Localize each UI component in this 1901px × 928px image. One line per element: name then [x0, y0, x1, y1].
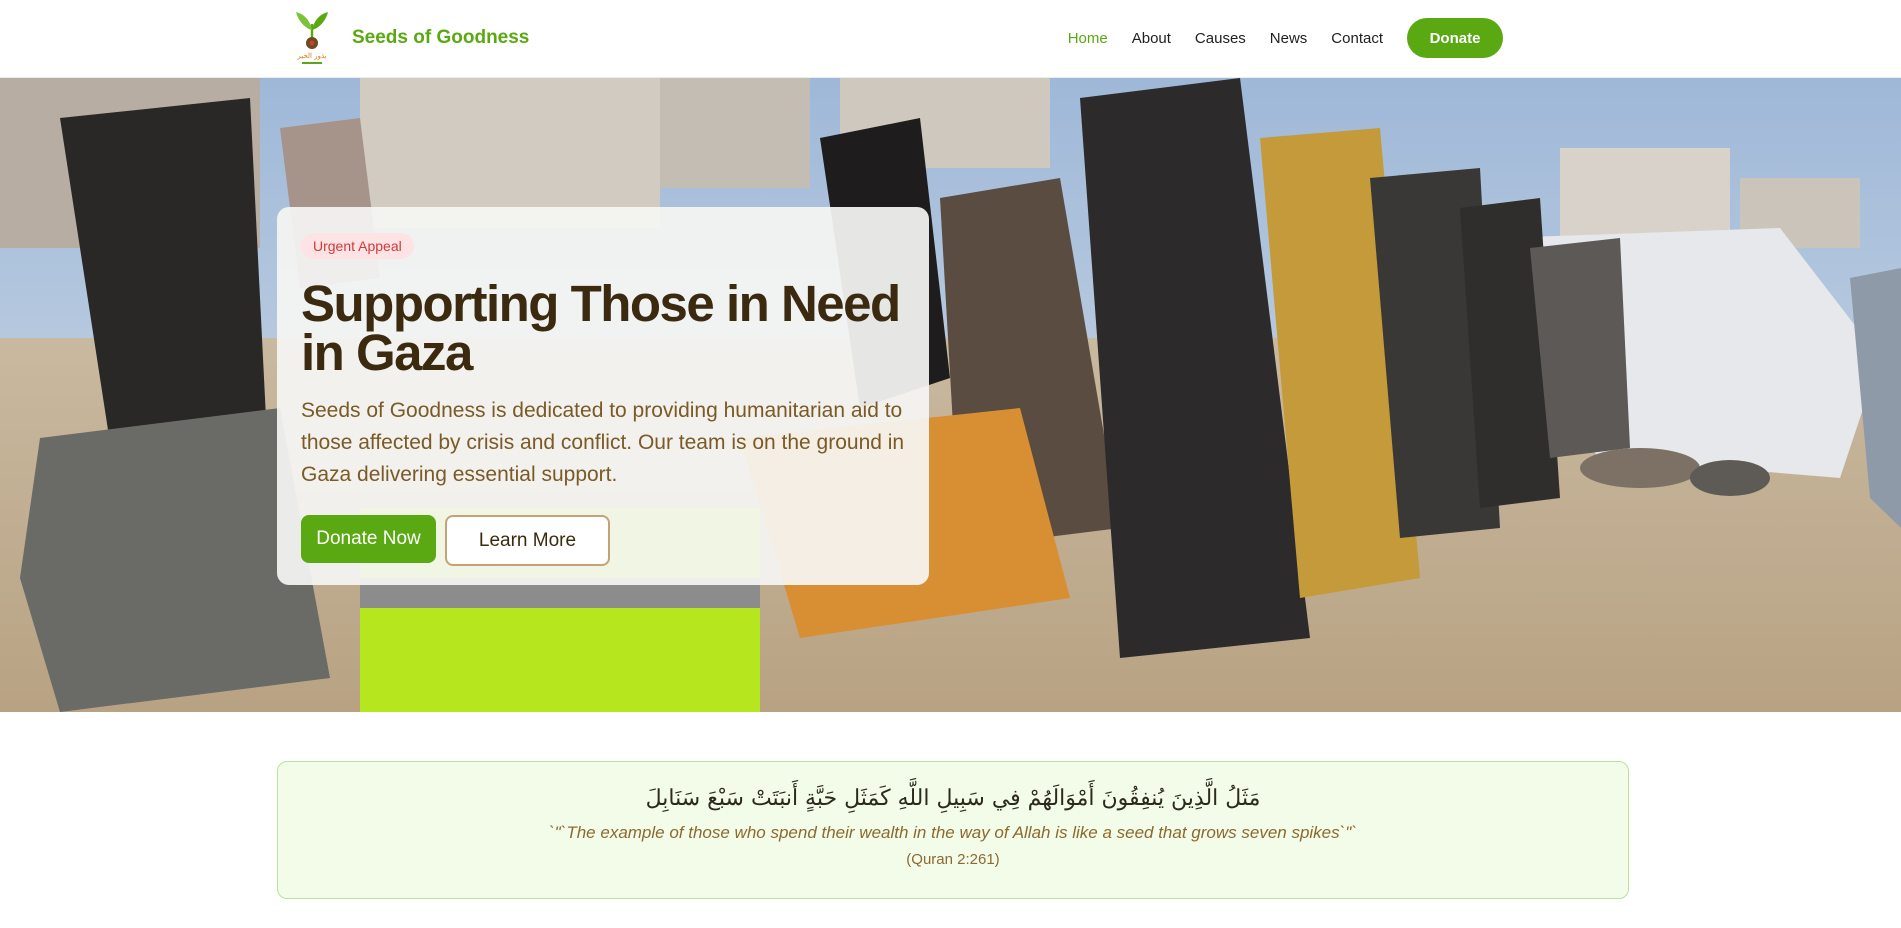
brand-name: Seeds of Goodness — [352, 27, 530, 48]
learn-more-button[interactable]: Learn More — [445, 515, 610, 566]
nav-news[interactable]: News — [1270, 30, 1308, 47]
main-nav: Home About Causes News Contact Donate — [1044, 18, 1503, 58]
quran-verse-box: مَثَلُ الَّذِينَ يُنفِقُونَ أَمْوَالَهُم… — [277, 761, 1629, 899]
nav-contact[interactable]: Contact — [1331, 30, 1383, 47]
nav-about[interactable]: About — [1132, 30, 1171, 47]
nav-home[interactable]: Home — [1068, 30, 1108, 47]
donate-now-button[interactable]: Donate Now — [301, 515, 436, 563]
nav-causes[interactable]: Causes — [1195, 30, 1246, 47]
hero-card: Urgent Appeal Supporting Those in Need i… — [277, 207, 929, 585]
sprout-logo-icon: بذور الخير — [296, 12, 328, 64]
brand[interactable]: بذور الخير Seeds of Goodness — [292, 10, 529, 66]
header-donate-button[interactable]: Donate — [1407, 18, 1503, 58]
logo-caption: بذور الخير — [296, 52, 326, 60]
urgent-badge: Urgent Appeal — [301, 233, 414, 259]
hero-section: Urgent Appeal Supporting Those in Need i… — [0, 78, 1901, 712]
site-header: بذور الخير Seeds of Goodness Home About … — [0, 0, 1901, 78]
verse-translation: `"`The example of those who spend their … — [548, 823, 1357, 842]
verse-arabic: مَثَلُ الَّذِينَ يُنفِقُونَ أَمْوَالَهُم… — [645, 786, 1261, 811]
hero-actions: Donate Now Learn More — [301, 515, 905, 566]
verse-reference: (Quran 2:261) — [906, 851, 1000, 868]
hero-title: Supporting Those in Need in Gaza — [301, 275, 901, 381]
hero-description: Seeds of Goodness is dedicated to provid… — [301, 399, 905, 486]
